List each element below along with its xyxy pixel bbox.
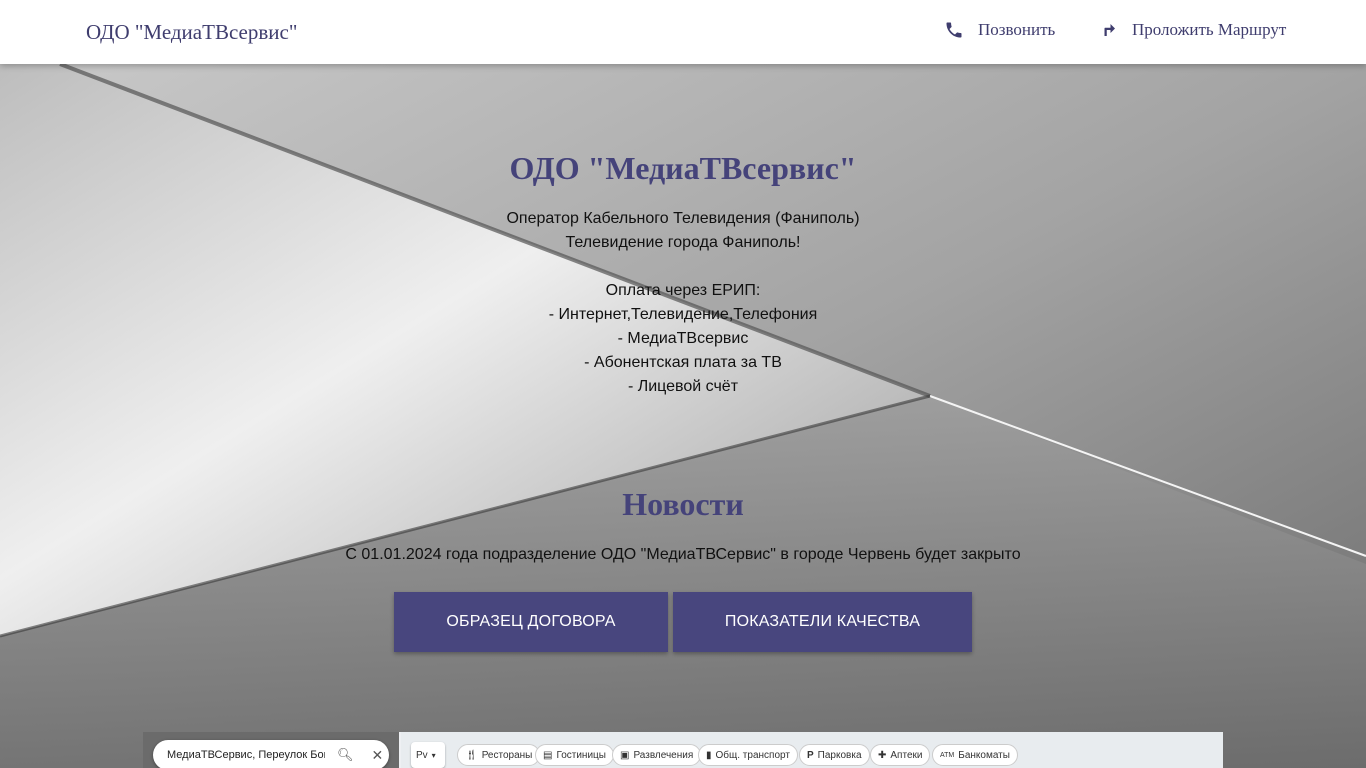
- restaurant-icon: 🍴︎: [465, 749, 478, 761]
- desc-spacer: [0, 255, 1366, 279]
- entertainment-icon: ▣: [620, 749, 630, 761]
- chip-restaurants[interactable]: 🍴︎ Рестораны: [457, 744, 541, 766]
- hotel-icon: ▤: [543, 749, 553, 761]
- close-icon[interactable]: ✕: [372, 747, 384, 764]
- quality-indicators-button[interactable]: ПОКАЗАТЕЛИ КАЧЕСТВА: [673, 592, 972, 652]
- chip-label: Парковка: [817, 749, 862, 761]
- atm-icon: ATM: [940, 751, 955, 759]
- route-label: Проложить Маршрут: [1132, 20, 1287, 39]
- call-label: Позвонить: [978, 20, 1056, 39]
- desc-line: - Лицевой счёт: [627, 378, 739, 395]
- parking-icon: P: [807, 749, 814, 761]
- chip-entertainment[interactable]: ▣ Развлечения: [612, 744, 702, 766]
- chip-hotels[interactable]: ▤ Гостиницы: [535, 744, 614, 766]
- map-layer-switch[interactable]: Рv ▾: [411, 742, 445, 768]
- contract-sample-button[interactable]: ОБРАЗЕЦ ДОГОВОРА: [394, 592, 668, 652]
- news-text: С 01.01.2024 года подразделение ОДО "Мед…: [345, 546, 1021, 563]
- chip-transit[interactable]: ▮ Общ. транспорт: [698, 744, 798, 766]
- desc-line: Оплата через ЕРИП:: [605, 282, 761, 299]
- chip-label: Аптеки: [890, 749, 923, 761]
- chip-pharmacy[interactable]: ✚ Аптеки: [870, 744, 931, 766]
- desc-line: Телевидение города Фаниполь!: [565, 234, 801, 251]
- route-link[interactable]: Проложить Маршрут: [1100, 20, 1286, 40]
- hero-section: ОДО "МедиаТВсервис" Оператор Кабельного …: [0, 64, 1366, 768]
- chip-label: Развлечения: [633, 749, 694, 761]
- brand-name[interactable]: ОДО "МедиаТВсервис": [86, 20, 297, 45]
- desc-line: - Интернет,Телевидение,Телефония: [548, 306, 818, 323]
- map-search-box[interactable]: МедиаТВСервис, Переулок Богдан 🔍︎ ✕: [153, 740, 389, 768]
- layer-label: Рv: [416, 749, 428, 761]
- desc-line: - Абонентская плата за ТВ: [584, 354, 782, 371]
- chip-atm[interactable]: ATM Банкоматы: [932, 744, 1018, 766]
- chip-label: Гостиницы: [556, 749, 606, 761]
- hero-title: ОДО "МедиаТВсервис": [509, 150, 857, 186]
- hero-description: Оператор Кабельного Телевидения (Фанипол…: [0, 207, 1366, 399]
- top-app-bar: ОДО "МедиаТВсервис" Позвонить Проложить …: [0, 0, 1366, 64]
- search-icon[interactable]: 🔍︎: [337, 747, 354, 763]
- phone-icon: [946, 22, 962, 38]
- turn-right-icon: [1104, 24, 1115, 36]
- map-side-panel: МедиаТВСервис, Переулок Богдан 🔍︎ ✕: [143, 732, 399, 768]
- map-canvas[interactable]: Рv ▾ 🍴︎ Рестораны ▤ Гостиницы ▣ Развлечения…: [401, 732, 1223, 768]
- chevron-down-icon: ▾: [431, 750, 436, 760]
- map-embed[interactable]: МедиаТВСервис, Переулок Богдан 🔍︎ ✕ Рv ▾…: [143, 732, 1223, 768]
- chip-label: Общ. транспорт: [715, 749, 790, 761]
- pharmacy-icon: ✚: [878, 749, 887, 761]
- news-title: Новости: [622, 486, 744, 522]
- desc-line: - МедиаТВсервис: [617, 330, 749, 347]
- desc-line: Оператор Кабельного Телевидения (Фанипол…: [506, 210, 860, 227]
- chip-label: Рестораны: [481, 749, 533, 761]
- map-search-input[interactable]: МедиаТВСервис, Переулок Богдан: [167, 749, 325, 761]
- chip-label: Банкоматы: [958, 749, 1010, 761]
- chip-parking[interactable]: P Парковка: [799, 744, 870, 766]
- call-link[interactable]: Позвонить: [944, 20, 1055, 40]
- transit-icon: ▮: [706, 749, 712, 761]
